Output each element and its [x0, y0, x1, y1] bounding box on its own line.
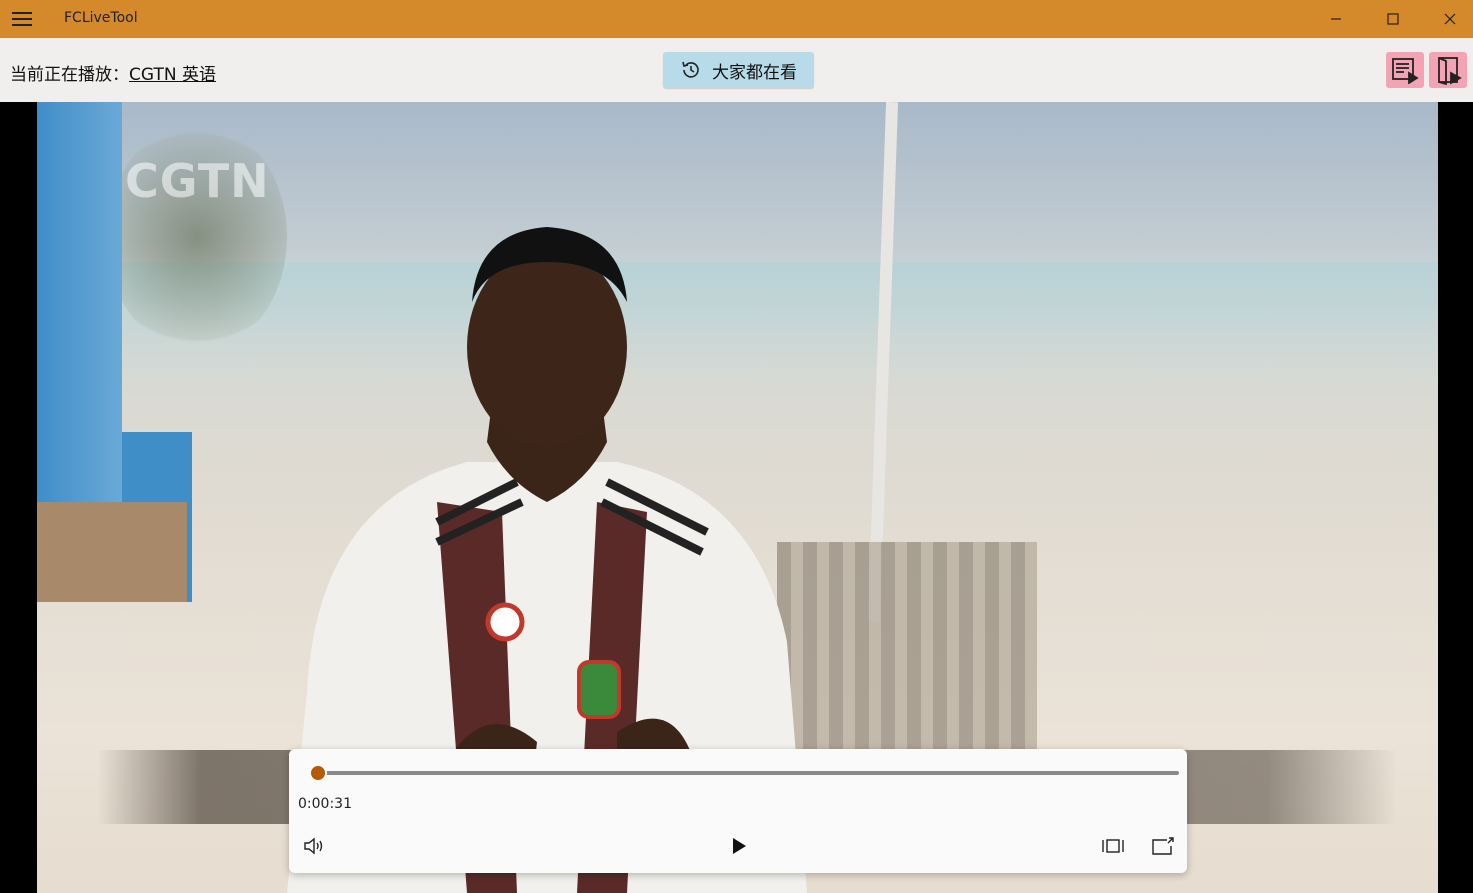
volume-icon [304, 837, 323, 855]
history-icon [682, 61, 699, 78]
aspect-ratio-icon [1102, 839, 1124, 853]
compact-overlay-icon [1152, 837, 1174, 855]
command-bar: 当前正在播放：CGTN 英语 大家都在看 [0, 38, 1473, 102]
hamburger-menu-icon[interactable] [12, 11, 32, 27]
video-player[interactable]: CGTN 0:00:31 [0, 102, 1473, 893]
close-button[interactable] [1422, 0, 1473, 38]
title-bar: FCLiveTool [0, 0, 1473, 38]
play-button[interactable] [724, 833, 754, 859]
popular-channels-button[interactable]: 大家都在看 [663, 52, 814, 88]
media-transport-controls: 0:00:31 [289, 749, 1187, 873]
channel-watermark: CGTN [125, 154, 270, 208]
play-icon [733, 838, 746, 854]
playlist-play-icon [1392, 58, 1419, 84]
progress-thumb[interactable] [310, 766, 325, 780]
playlist-button[interactable] [1386, 52, 1424, 88]
open-player-icon [1438, 57, 1462, 85]
channel-name-link[interactable]: CGTN 英语 [129, 65, 216, 85]
volume-button[interactable] [299, 833, 329, 859]
maximize-button[interactable] [1365, 0, 1421, 38]
minimize-button[interactable] [1308, 0, 1364, 38]
popular-button-label: 大家都在看 [712, 62, 797, 83]
now-playing: 当前正在播放：CGTN 英语 [10, 60, 216, 85]
open-player-button[interactable] [1429, 52, 1467, 88]
compact-overlay-button[interactable] [1148, 833, 1178, 859]
elapsed-time: 0:00:31 [298, 796, 352, 812]
minimize-icon [1331, 18, 1341, 20]
now-playing-label: 当前正在播放： [10, 65, 129, 85]
progress-slider[interactable] [309, 771, 1179, 775]
app-title: FCLiveTool [64, 10, 138, 26]
aspect-ratio-button[interactable] [1098, 833, 1128, 859]
close-icon [1444, 13, 1456, 25]
maximize-icon [1387, 13, 1399, 25]
